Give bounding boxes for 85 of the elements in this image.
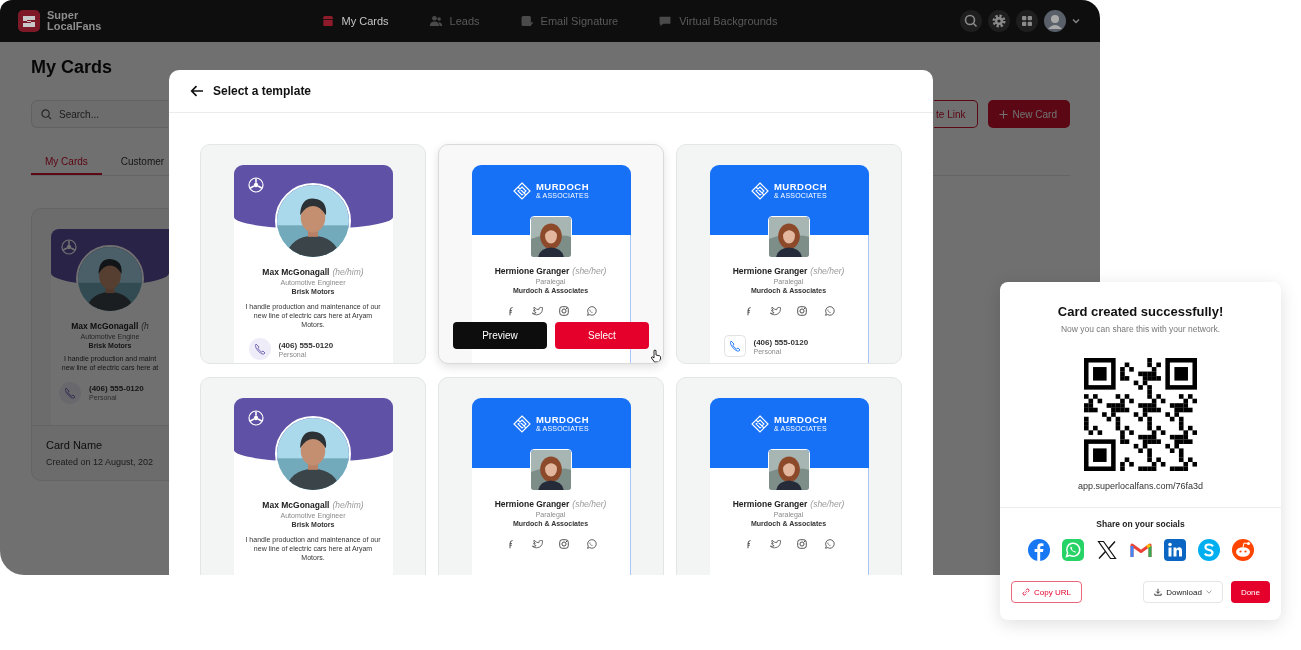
person-name: Max McGonagall	[262, 500, 330, 510]
popup-subtitle: Now you can share this with your network.	[1060, 324, 1221, 334]
phone-icon	[59, 381, 81, 404]
download-button[interactable]: Download	[1143, 581, 1223, 603]
brand-name: MURDOCH	[535, 182, 590, 192]
phone-icon	[248, 338, 271, 361]
store-icon	[320, 14, 335, 28]
diamond-logo-icon	[512, 415, 531, 433]
nav-link[interactable]: Email Signature	[519, 14, 619, 28]
back-arrow-icon[interactable]	[190, 85, 204, 97]
person-name: Hermione Granger	[732, 499, 808, 509]
search-icon	[41, 109, 52, 120]
brand-name: MURDOCH	[535, 415, 590, 425]
person-name: Hermione Granger	[494, 266, 570, 276]
new-card-button[interactable]: New Card	[987, 100, 1070, 128]
pronouns: (he/him)	[332, 500, 364, 510]
skype-icon[interactable]	[1196, 538, 1221, 562]
nav-link[interactable]: Leads	[428, 14, 480, 28]
chat-bubble-icon	[658, 14, 673, 28]
document-icon	[519, 14, 534, 28]
instagram-icon[interactable]	[796, 305, 808, 317]
popup-title: Card created successfully!	[1057, 304, 1224, 319]
hand-cursor-icon	[650, 349, 662, 363]
done-button[interactable]: Done	[1230, 581, 1270, 603]
nav-link[interactable]: Virtual Backgrounds	[658, 14, 778, 28]
steering-wheel-icon	[247, 410, 264, 426]
chevron-down-icon[interactable]	[1072, 18, 1080, 24]
share-url: app.superlocalfans.com/76fa3d	[1077, 481, 1204, 491]
phone-number: (406) 555-0120	[753, 337, 809, 347]
user-avatar[interactable]	[1044, 10, 1066, 32]
person-name: Max McGonagall	[262, 267, 330, 277]
whatsapp-icon[interactable]	[823, 305, 835, 317]
instagram-icon[interactable]	[558, 305, 570, 317]
nav-link[interactable]: My Cards	[320, 14, 389, 28]
diamond-logo-icon	[750, 182, 769, 200]
tab[interactable]: My Cards	[31, 150, 102, 175]
link-button[interactable]: te Link	[934, 100, 978, 128]
created-date: Created on 12 August, 202	[46, 457, 155, 467]
whatsapp-icon[interactable]	[823, 538, 835, 550]
brand-name: MURDOCH	[773, 415, 828, 425]
pronouns: (she/her)	[572, 499, 607, 509]
person-name: Max McGonagall	[71, 321, 139, 331]
pronouns: (she/her)	[810, 499, 845, 509]
whatsapp-icon[interactable]	[585, 538, 597, 550]
whatsapp-icon[interactable]	[585, 305, 597, 317]
preview-button[interactable]: Preview	[453, 322, 547, 349]
people-icon	[428, 14, 443, 28]
share-label: Share on your socials	[1096, 519, 1185, 529]
phone-number: (406) 555-0120	[278, 340, 334, 350]
page-title: My Cards	[31, 56, 114, 78]
bird-icon[interactable]	[769, 538, 781, 550]
tab[interactable]: Customer	[106, 150, 165, 175]
pronouns: (she/her)	[572, 266, 607, 276]
copy-url-button[interactable]: Copy URL	[1011, 581, 1082, 603]
dialog-title: Select a template	[213, 84, 312, 98]
search-icon[interactable]	[960, 10, 982, 32]
search-field[interactable]: Search...	[31, 100, 168, 128]
settings-icon[interactable]	[988, 10, 1010, 32]
steering-wheel-icon	[247, 177, 264, 193]
diamond-logo-icon	[512, 182, 531, 200]
logo-icon	[18, 10, 40, 32]
bird-icon[interactable]	[769, 305, 781, 317]
brand-name: MURDOCH	[773, 182, 828, 192]
link-icon	[1022, 588, 1030, 596]
diamond-logo-icon	[750, 415, 769, 433]
person-name: Hermione Granger	[494, 499, 570, 509]
phone-icon	[723, 335, 746, 357]
select-button[interactable]: Select	[555, 322, 649, 349]
person-name: Hermione Granger	[732, 266, 808, 276]
pronouns: (h	[141, 321, 149, 331]
plus-icon	[998, 109, 1008, 119]
pronouns: (she/her)	[810, 266, 845, 276]
instagram-icon[interactable]	[796, 538, 808, 550]
reddit-icon[interactable]	[1230, 538, 1255, 562]
chevron-down-icon	[1205, 590, 1212, 594]
bird-icon[interactable]	[531, 305, 543, 317]
instagram-icon[interactable]	[558, 538, 570, 550]
bird-icon[interactable]	[531, 538, 543, 550]
apps-grid-icon[interactable]	[1016, 10, 1038, 32]
card-name: Card Name	[46, 439, 104, 451]
steering-wheel-icon	[61, 239, 77, 255]
linkedin-icon[interactable]	[1162, 538, 1187, 562]
download-icon	[1154, 588, 1163, 596]
phone-number: (406) 555-0120	[89, 384, 144, 393]
pronouns: (he/him)	[332, 267, 364, 277]
